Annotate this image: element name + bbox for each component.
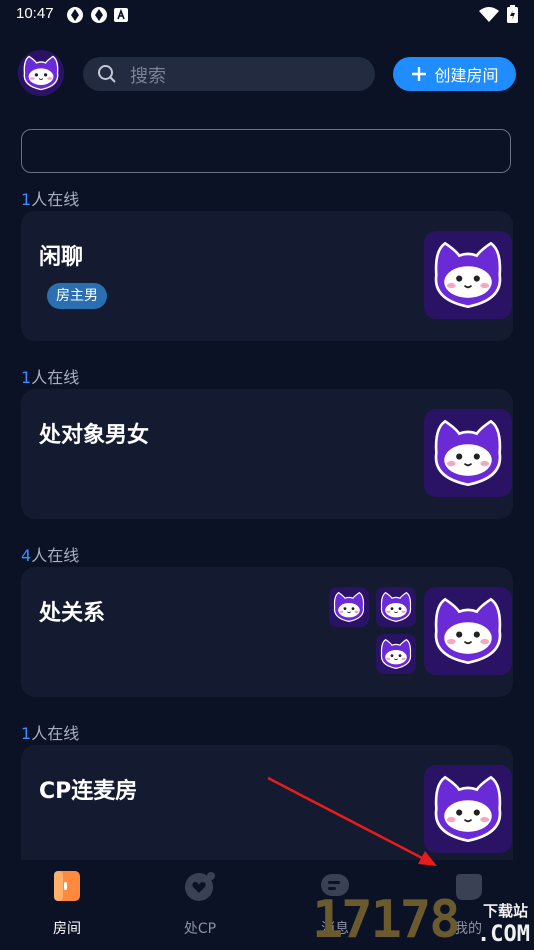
app-a-icon bbox=[114, 8, 128, 22]
host-avatar bbox=[424, 587, 512, 675]
site-watermark: 17178 下载站 .COM bbox=[312, 888, 534, 950]
tab-label: 处CP bbox=[183, 921, 217, 937]
room-tag: 房主男 bbox=[47, 283, 107, 309]
app-notification-icon bbox=[91, 7, 107, 23]
online-count: 1人在线 bbox=[21, 190, 80, 209]
create-room-button[interactable]: 创建房间 bbox=[393, 57, 516, 91]
room-card[interactable]: 闲聊 房主男 bbox=[21, 211, 513, 341]
plus-icon bbox=[412, 67, 427, 81]
battery-icon bbox=[507, 5, 518, 23]
watermark-digits: 17178 bbox=[312, 890, 461, 950]
online-count: 1人在线 bbox=[21, 724, 80, 743]
room-title: 处关系 bbox=[39, 601, 106, 626]
watermark-domain: .COM bbox=[477, 922, 530, 947]
create-room-label: 创建房间 bbox=[434, 66, 499, 85]
room-title: 闲聊 bbox=[39, 245, 84, 270]
host-avatar bbox=[424, 765, 512, 853]
room-card[interactable]: 处对象男女 bbox=[21, 389, 513, 519]
search-box[interactable]: 搜索 bbox=[83, 57, 375, 91]
notice-banner[interactable] bbox=[21, 129, 511, 173]
member-avatar bbox=[376, 587, 416, 627]
room-title: 处对象男女 bbox=[39, 423, 150, 448]
watermark-site: 下载站 bbox=[482, 902, 528, 920]
status-bar: 10:47 bbox=[0, 0, 534, 30]
host-avatar bbox=[424, 409, 512, 497]
member-avatar bbox=[329, 587, 369, 627]
top-bar: 搜索 创建房间 bbox=[0, 48, 534, 102]
room-title: CP连麦房 bbox=[39, 779, 138, 804]
status-notification-icons bbox=[66, 6, 128, 24]
online-count: 4人在线 bbox=[21, 546, 80, 565]
room-card[interactable]: CP连麦房 bbox=[21, 745, 513, 860]
heart-bubble-icon bbox=[185, 872, 215, 901]
app-notification-icon bbox=[67, 7, 83, 23]
online-count: 1人在线 bbox=[21, 368, 80, 387]
search-placeholder: 搜索 bbox=[130, 66, 166, 87]
search-icon bbox=[98, 65, 116, 83]
status-system-icons bbox=[479, 5, 518, 23]
host-avatar bbox=[424, 231, 512, 319]
wifi-icon bbox=[479, 7, 499, 22]
tab-cp[interactable]: 处CP bbox=[160, 870, 240, 938]
tab-rooms[interactable]: 房间 bbox=[27, 870, 107, 938]
tab-label: 房间 bbox=[53, 921, 81, 937]
user-avatar[interactable] bbox=[18, 50, 64, 96]
status-time: 10:47 bbox=[16, 5, 54, 22]
room-card[interactable]: 处关系 bbox=[21, 567, 513, 697]
member-avatar bbox=[376, 634, 416, 674]
rooms-icon bbox=[54, 871, 80, 901]
